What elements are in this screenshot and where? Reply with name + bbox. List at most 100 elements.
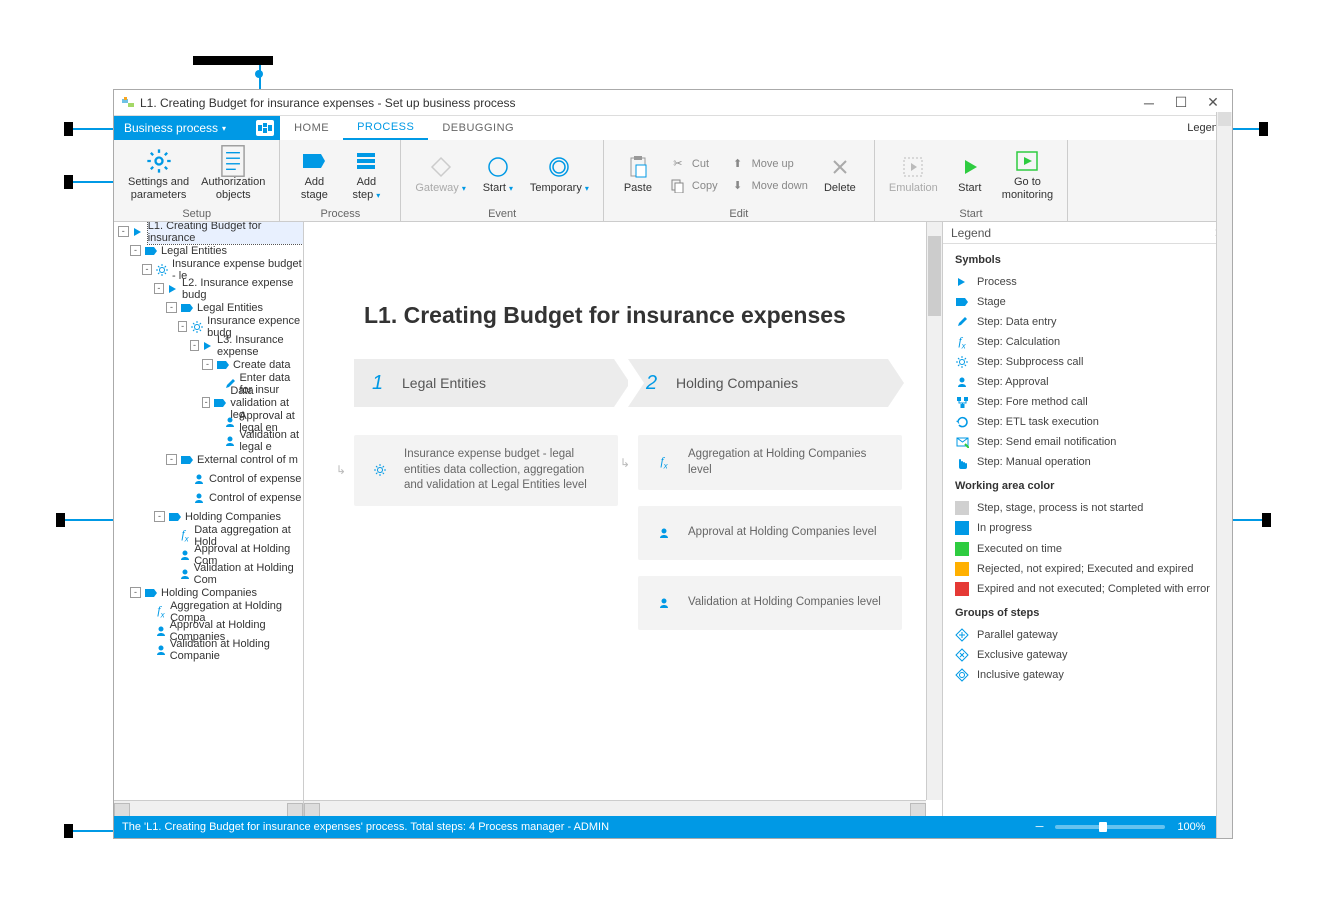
stage-icon [180, 453, 194, 467]
ribbon-gateway-button[interactable]: Gateway ▾ [411, 152, 469, 196]
app-window: L1. Creating Budget for insurance expens… [113, 89, 1233, 839]
process-icon [955, 275, 969, 289]
legend-item: Stage [955, 292, 1220, 312]
fx-icon: fx [155, 605, 167, 619]
ribbon-add-step-button[interactable]: Addstep ▾ [342, 146, 390, 202]
tree-hscroll[interactable] [114, 800, 303, 816]
legend-panel: Legend ✕ SymbolsProcessStageStep: Data e… [942, 222, 1232, 816]
legend-item: Step: ETL task execution [955, 412, 1220, 432]
tree-node-label: L3. Insurance expense [217, 334, 303, 358]
tree-node-label: Legal Entities [197, 302, 263, 314]
step-card[interactable]: Validation at Holding Companies level [638, 576, 902, 630]
stage-icon [144, 586, 158, 600]
step-card[interactable]: ↳Insurance expense budget - legal entiti… [354, 435, 618, 506]
stage-icon [180, 301, 194, 315]
tree-expander[interactable]: - [202, 397, 210, 408]
legend-item-label: Step: Approval [977, 376, 1049, 388]
tree-node[interactable]: -L1. Creating Budget for insurance [114, 222, 303, 241]
stage-icon [216, 358, 230, 372]
tree-node[interactable]: Validation at Holding Companie [114, 640, 303, 659]
tree-expander[interactable]: - [166, 454, 177, 465]
ribbon-delete-button[interactable]: Delete [816, 152, 864, 196]
play-box-icon [1013, 148, 1041, 174]
window-title: L1. Creating Budget for insurance expens… [140, 96, 1142, 110]
tab-home[interactable]: HOME [280, 116, 343, 140]
tree-node[interactable]: - L3. Insurance expense [114, 336, 303, 355]
file-menu[interactable]: Business process ▾ [114, 116, 250, 140]
canvas-hscroll[interactable] [304, 800, 926, 816]
stage-number: 1 [372, 372, 388, 395]
tree-node[interactable]: Control of expense [114, 488, 303, 507]
play-dashed-icon [899, 154, 927, 180]
close-button[interactable]: ✕ [1206, 96, 1220, 110]
maximize-button[interactable]: ☐ [1174, 96, 1188, 110]
ribbon-settings-and-parameters-button[interactable]: Settings andparameters [124, 146, 193, 202]
stage-icon [213, 396, 227, 410]
color-swatch [955, 582, 969, 596]
ribbon-start-button[interactable]: Start ▾ [474, 152, 522, 196]
ribbon-emulation-button[interactable]: Emulation [885, 152, 942, 196]
legend-item-label: Step: Calculation [977, 336, 1060, 348]
legend-item: Parallel gateway [955, 625, 1220, 645]
legend-item: Exclusive gateway [955, 645, 1220, 665]
stage-chevron[interactable]: 1Legal Entities [354, 359, 614, 407]
tree-node[interactable]: - External control of m [114, 450, 303, 469]
tree-expander[interactable]: - [154, 511, 165, 522]
approval-icon [224, 415, 236, 429]
tree-expander[interactable]: - [130, 587, 141, 598]
tree-node[interactable]: Control of expense [114, 469, 303, 488]
step-card[interactable]: ↳fxAggregation at Holding Companies leve… [638, 435, 902, 490]
color-swatch [955, 542, 969, 556]
minimize-button[interactable]: ─ [1142, 96, 1156, 110]
zoom-out-button[interactable]: ─ [1036, 821, 1044, 833]
ribbon-move-down-button[interactable]: ⬇Move down [726, 176, 812, 196]
tree-expander[interactable]: - [142, 264, 152, 275]
canvas-area: L1. Creating Budget for insurance expens… [304, 222, 942, 816]
step-card[interactable]: Approval at Holding Companies level [638, 506, 902, 560]
legend-item: Process [955, 272, 1220, 292]
legend-item: Step: Fore method call [955, 392, 1220, 412]
tree-expander[interactable]: - [178, 321, 187, 332]
tab-debugging[interactable]: DEBUGGING [428, 116, 528, 140]
approval-icon [154, 624, 166, 638]
legend-section-header: Symbols [955, 254, 1220, 266]
tree-expander[interactable]: - [190, 340, 199, 351]
ribbon-add-stage-button[interactable]: Addstage [290, 146, 338, 202]
ribbon-move-up-button[interactable]: ⬆Move up [726, 154, 812, 174]
ribbon-go-to-monitoring-button[interactable]: Go tomonitoring [998, 146, 1057, 202]
tab-process[interactable]: PROCESS [343, 116, 428, 140]
tree-node[interactable]: -L2. Insurance expense budg [114, 279, 303, 298]
tree-expander[interactable]: - [202, 359, 213, 370]
ribbon-group-start: EmulationStartGo tomonitoringStart [875, 140, 1068, 221]
tree-node-label: Validation at Holding Companie [170, 638, 303, 662]
ribbon-group-label: Edit [608, 207, 870, 221]
legend-vscroll[interactable] [1216, 222, 1232, 816]
step-arrow-icon: ↳ [620, 456, 630, 470]
tree-expander[interactable]: - [118, 226, 129, 237]
stage-name: Holding Companies [676, 375, 798, 391]
ribbon-authorization-objects-button[interactable]: Authorizationobjects [197, 146, 269, 202]
tree-node-label: External control of m [197, 454, 298, 466]
approval-icon [192, 472, 206, 486]
canvas-vscroll[interactable] [926, 222, 942, 800]
tree-expander[interactable]: - [130, 245, 141, 256]
zoom-slider[interactable] [1055, 825, 1165, 829]
ribbon-temporary-button[interactable]: Temporary ▾ [526, 152, 593, 196]
legend-section-header: Working area color [955, 480, 1220, 492]
stage-chevron[interactable]: 2Holding Companies [628, 359, 888, 407]
tree-node[interactable]: Validation at Holding Com [114, 564, 303, 583]
ribbon-paste-button[interactable]: Paste [614, 152, 662, 196]
subprocess-icon [190, 320, 204, 334]
ribbon-cut-button[interactable]: ✂Cut [666, 154, 722, 174]
qat-layout-icon[interactable] [256, 120, 274, 136]
tree-expander[interactable]: - [166, 302, 177, 313]
ribbon-copy-button[interactable]: Copy [666, 176, 722, 196]
ribbon-start-button[interactable]: Start [946, 152, 994, 196]
menubar: Business process ▾ HOMEPROCESSDEBUGGING … [114, 116, 1232, 140]
legend-item-label: Expired and not executed; Completed with… [977, 582, 1210, 596]
tree-expander[interactable]: - [154, 283, 164, 294]
color-swatch [955, 562, 969, 576]
tree-node[interactable]: Validation at legal e [114, 431, 303, 450]
step-text: Approval at Holding Companies level [688, 525, 877, 541]
legend-item-label: Step: Manual operation [977, 456, 1091, 468]
